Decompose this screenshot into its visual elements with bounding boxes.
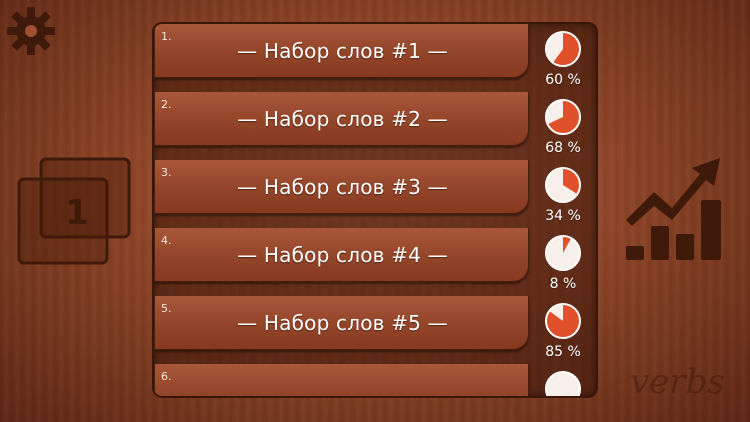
progress-percent: 60 % bbox=[545, 72, 581, 88]
exam-title: Экзамен по наборам #1-5 bbox=[155, 378, 530, 398]
level-number: 1 bbox=[65, 193, 89, 233]
word-set-card[interactable]: 3. — Набор слов #3 — bbox=[154, 160, 529, 214]
app-watermark: verbs bbox=[630, 362, 725, 402]
exam-card[interactable]: 6.Экзамен по наборам #1-5 bbox=[154, 364, 530, 398]
word-set-card[interactable]: 2. — Набор слов #2 — bbox=[154, 92, 529, 146]
progress-percent: 85 % bbox=[545, 344, 581, 360]
word-set-row[interactable]: 4. — Набор слов #4 — 8 % bbox=[154, 228, 596, 296]
word-set-card[interactable]: 5. — Набор слов #5 — bbox=[154, 296, 529, 350]
progress-pie bbox=[544, 302, 582, 340]
word-set-row[interactable]: 5. — Набор слов #5 — 85 % bbox=[154, 296, 596, 364]
progress-percent: 8 % bbox=[549, 276, 577, 292]
settings-gear-icon[interactable] bbox=[6, 6, 56, 56]
level-selector[interactable]: 1 bbox=[17, 157, 135, 267]
word-set-title: — Набор слов #1 — bbox=[237, 39, 448, 63]
progress-pie bbox=[544, 98, 582, 136]
progress-pie bbox=[544, 30, 582, 68]
flower-icon bbox=[203, 396, 221, 398]
word-set-card[interactable]: 1. — Набор слов #1 — bbox=[154, 24, 529, 78]
word-set-row[interactable]: 1. — Набор слов #1 — 60 % bbox=[154, 24, 596, 92]
statistics-button[interactable] bbox=[624, 154, 724, 264]
word-set-row[interactable]: 3. — Набор слов #3 — 34 % bbox=[154, 160, 596, 228]
word-set-list[interactable]: 1. — Набор слов #1 — 60 % 2. — Набор слов #2… bbox=[152, 22, 598, 398]
bar-chart-up-arrow-icon bbox=[626, 158, 721, 260]
exam-row[interactable]: 6.Экзамен по наборам #1-5 bbox=[154, 364, 596, 398]
word-set-title: — Набор слов #3 — bbox=[237, 175, 448, 199]
progress-percent: 34 % bbox=[545, 208, 581, 224]
word-set-title: — Набор слов #5 — bbox=[237, 311, 448, 335]
word-set-title: — Набор слов #2 — bbox=[237, 107, 448, 131]
word-set-card[interactable]: 4. — Набор слов #4 — bbox=[154, 228, 529, 282]
progress-pie bbox=[544, 166, 582, 204]
word-set-title: — Набор слов #4 — bbox=[237, 243, 448, 267]
progress-pie bbox=[544, 370, 582, 396]
word-set-row[interactable]: 2. — Набор слов #2 — 68 % bbox=[154, 92, 596, 160]
progress-percent: 68 % bbox=[545, 140, 581, 156]
exam-label: Экзамен по наборам #1-5 bbox=[229, 393, 507, 396]
progress-pie bbox=[544, 234, 582, 272]
